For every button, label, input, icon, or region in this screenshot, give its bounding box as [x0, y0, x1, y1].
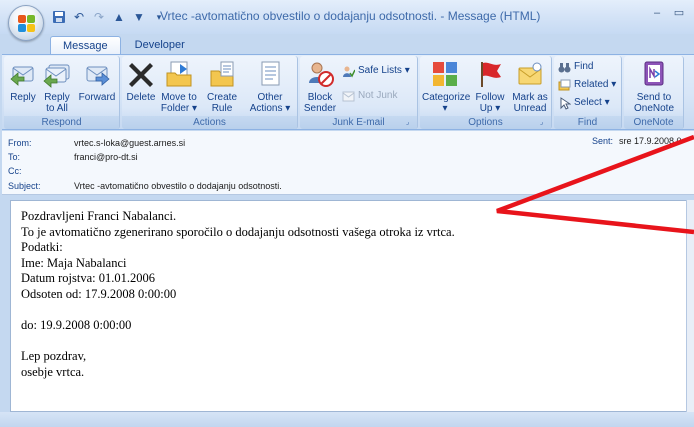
- window-controls: – ▭: [648, 6, 688, 22]
- office-button[interactable]: [8, 5, 44, 41]
- reply-all-icon: [43, 64, 70, 88]
- binoculars-icon: [558, 62, 571, 72]
- previous-item-icon[interactable]: ▲: [112, 10, 126, 24]
- undo-icon[interactable]: ↶: [72, 10, 86, 24]
- maximize-icon[interactable]: ▭: [670, 6, 688, 22]
- group-label-options: Options: [420, 116, 551, 129]
- not-junk-button[interactable]: Not Junk: [342, 89, 397, 103]
- group-junk-email: Block Sender Safe Lists ▾ Not Junk Junk …: [300, 56, 418, 129]
- sent-row: Sent: sre 17.9.2008 0: [592, 136, 682, 146]
- ribbon: Reply Reply to All Forward Respond Delet…: [2, 54, 694, 130]
- group-options: Categorize ▾ Follow Up ▾ Mark as Unread …: [420, 56, 552, 129]
- redo-icon[interactable]: ↷: [92, 10, 106, 24]
- group-respond: Reply Reply to All Forward Respond: [4, 56, 120, 129]
- categorize-icon: [433, 62, 457, 86]
- safe-lists-button[interactable]: Safe Lists ▾: [342, 64, 410, 78]
- categorize-button[interactable]: Categorize ▾: [422, 59, 470, 114]
- next-item-icon[interactable]: ▼: [132, 10, 146, 24]
- title-bar: ↶ ↷ ▲ ▼ ▾ Vrtec -avtomatično obvestilo o…: [0, 0, 694, 41]
- related-icon: [558, 79, 571, 90]
- other-actions-button[interactable]: Other Actions ▾: [246, 59, 294, 114]
- mark-as-unread-button[interactable]: Mark as Unread: [510, 59, 550, 114]
- follow-up-button[interactable]: Follow Up ▾: [472, 59, 508, 114]
- delete-button[interactable]: Delete: [124, 59, 158, 103]
- safe-lists-icon: [343, 66, 355, 77]
- quick-access-toolbar: ↶ ↷ ▲ ▼ ▾: [52, 9, 166, 25]
- window-title: Vrtec -avtomatično obvestilo o dodajanju…: [160, 9, 541, 23]
- select-cursor-icon: [560, 96, 571, 110]
- ribbon-tabs: Message Developer: [50, 36, 197, 54]
- subject-label: Subject:: [8, 181, 41, 191]
- office-logo-icon: [18, 15, 35, 32]
- create-rule-button[interactable]: Create Rule: [202, 59, 242, 114]
- group-label-actions: Actions: [122, 116, 297, 129]
- group-label-find: Find: [554, 116, 621, 129]
- message-header: From: vrtec.s-loka@guest.arnes.si To: fr…: [2, 131, 694, 195]
- reply-button[interactable]: Reply: [8, 59, 38, 103]
- outlook-message-window: ↶ ↷ ▲ ▼ ▾ Vrtec -avtomatično obvestilo o…: [0, 0, 694, 427]
- send-to-onenote-button[interactable]: Send to OneNote: [630, 59, 678, 114]
- not-junk-icon: [342, 91, 355, 101]
- from-value[interactable]: vrtec.s-loka@guest.arnes.si: [74, 137, 185, 149]
- find-button[interactable]: Find: [558, 60, 593, 74]
- from-label: From:: [8, 138, 32, 148]
- select-button[interactable]: Select ▾: [558, 96, 610, 110]
- onenote-icon: [644, 61, 664, 86]
- to-value[interactable]: franci@pro-dt.si: [74, 151, 138, 163]
- reply-icon: [10, 66, 34, 86]
- group-label-onenote: OneNote: [624, 116, 683, 129]
- cc-label: Cc:: [8, 166, 22, 176]
- dialog-launcher-icon[interactable]: ⌟: [540, 119, 548, 127]
- dialog-launcher-icon[interactable]: ⌟: [406, 119, 414, 127]
- group-find: Find Related ▾ Select ▾ Find: [554, 56, 622, 129]
- subject-value: Vrtec -avtomatično obvestilo o dodajanju…: [74, 181, 282, 191]
- vertical-scrollbar[interactable]: [686, 200, 694, 412]
- to-label: To:: [8, 152, 21, 162]
- group-label-junk-email: Junk E-mail: [300, 116, 417, 129]
- move-to-folder-button[interactable]: Move to Folder ▾: [159, 59, 199, 114]
- tab-developer[interactable]: Developer: [123, 36, 197, 54]
- group-actions: Delete Move to Folder ▾ Create Rule Othe…: [122, 56, 298, 129]
- forward-icon: [86, 66, 110, 86]
- tab-message[interactable]: Message: [50, 36, 121, 54]
- group-onenote: Send to OneNote OneNote: [624, 56, 684, 129]
- related-button[interactable]: Related ▾: [558, 78, 616, 92]
- sent-value: sre 17.9.2008 0: [619, 136, 682, 146]
- block-sender-icon: [309, 62, 334, 87]
- message-body-text: Pozdravljeni Franci Nabalanci. To je avt…: [21, 209, 455, 379]
- create-rule-icon: [210, 61, 234, 87]
- follow-up-flag-icon: [481, 62, 501, 87]
- reply-all-button[interactable]: Reply to All: [41, 59, 73, 114]
- group-label-respond: Respond: [4, 116, 119, 129]
- delete-icon: [129, 63, 153, 87]
- minimize-icon[interactable]: –: [648, 6, 666, 22]
- message-body[interactable]: Pozdravljeni Franci Nabalanci. To je avt…: [10, 200, 694, 412]
- mark-as-unread-icon: [518, 62, 542, 85]
- sent-label: Sent:: [592, 136, 614, 146]
- forward-button[interactable]: Forward: [78, 59, 116, 103]
- save-icon[interactable]: [52, 10, 66, 24]
- block-sender-button[interactable]: Block Sender: [302, 59, 338, 114]
- other-actions-icon: [261, 61, 280, 86]
- bottom-frame: [0, 412, 694, 427]
- move-to-folder-icon: [166, 61, 192, 87]
